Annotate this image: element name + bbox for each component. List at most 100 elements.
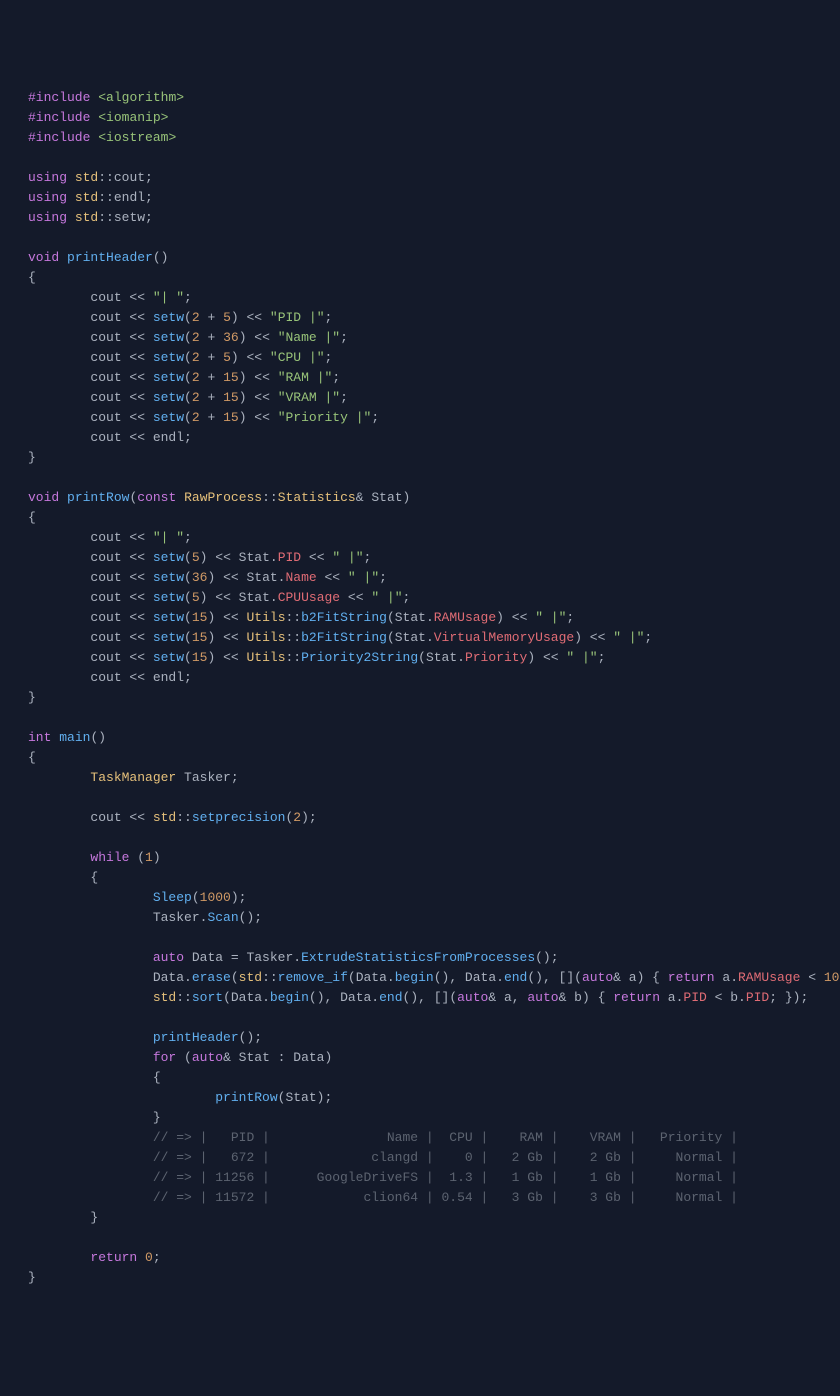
code-token: + (200, 410, 223, 425)
code-token: ( (184, 390, 192, 405)
code-token: sort (192, 990, 223, 1005)
code-token: setw; (114, 210, 153, 225)
code-token: printHeader (153, 1030, 239, 1045)
code-line: cout << setw(2 + 5) << "PID |"; (28, 308, 840, 328)
code-token (67, 170, 75, 185)
code-token: // => | 11256 | GoogleDriveFS | 1.3 | 1 … (153, 1170, 738, 1185)
code-token: & a, (488, 990, 527, 1005)
code-token: 15 (192, 650, 208, 665)
code-line: cout << setw(15) << Utils::b2FitString(S… (28, 608, 840, 628)
code-token: } (28, 690, 36, 705)
code-token: (Data. (223, 990, 270, 1005)
code-token: ) << (231, 310, 270, 325)
code-token: auto (457, 990, 488, 1005)
code-line: cout << "| "; (28, 288, 840, 308)
code-token (28, 1250, 90, 1265)
code-token: <algorithm> (98, 90, 184, 105)
code-token: ( (184, 630, 192, 645)
code-line: cout << endl; (28, 428, 840, 448)
code-token: ( (184, 570, 192, 585)
code-token: void (28, 490, 59, 505)
code-line: for (auto& Stat : Data) (28, 1048, 840, 1068)
code-line: using std::cout; (28, 168, 840, 188)
code-token: printHeader (67, 250, 153, 265)
code-token: std (153, 990, 176, 1005)
code-token: " |" (613, 630, 644, 645)
code-token: ( (129, 850, 145, 865)
code-line: { (28, 508, 840, 528)
code-token: setw (153, 410, 184, 425)
code-line: int main() (28, 728, 840, 748)
code-token: 1024 (824, 970, 840, 985)
code-token: & a) { (613, 970, 668, 985)
code-line (28, 148, 840, 168)
code-token: Tasker. (28, 910, 207, 925)
code-token: using (28, 210, 67, 225)
code-token: :: (98, 210, 114, 225)
code-token: ) << (496, 610, 535, 625)
code-token: (Stat. (387, 610, 434, 625)
code-token (59, 490, 67, 505)
code-token: "RAM |" (278, 370, 333, 385)
code-token: () (90, 730, 106, 745)
code-token: :: (262, 490, 278, 505)
code-token: " |" (371, 590, 402, 605)
code-token: cout << (28, 330, 153, 345)
code-line: std::sort(Data.begin(), Data.end(), [](a… (28, 988, 840, 1008)
code-token: while (90, 850, 129, 865)
code-line: void printHeader() (28, 248, 840, 268)
code-token: 5 (223, 350, 231, 365)
code-token: setw (153, 550, 184, 565)
code-token: 15 (192, 630, 208, 645)
code-token: Name (285, 570, 316, 585)
code-token: auto (527, 990, 558, 1005)
code-token: ) << (239, 410, 278, 425)
code-token: } (28, 450, 36, 465)
code-token: cout; (114, 170, 153, 185)
code-line: #include <algorithm> (28, 88, 840, 108)
code-token: RAMUsage (738, 970, 800, 985)
code-line: return 0; (28, 1248, 840, 1268)
code-token: cout << endl; (28, 430, 192, 445)
code-line: Data.erase(std::remove_if(Data.begin(), … (28, 968, 840, 988)
code-token: ; (379, 570, 387, 585)
code-token: auto (192, 1050, 223, 1065)
code-line: cout << setw(2 + 5) << "CPU |"; (28, 348, 840, 368)
code-token (28, 1030, 153, 1045)
code-line: cout << setw(15) << Utils::Priority2Stri… (28, 648, 840, 668)
code-token: Data = Tasker. (184, 950, 301, 965)
code-line: } (28, 1268, 840, 1288)
code-token: ; (340, 330, 348, 345)
code-token: ( (192, 890, 200, 905)
code-token: 2 (192, 410, 200, 425)
code-token: ( (184, 350, 192, 365)
code-token: main (59, 730, 90, 745)
code-token: } (28, 1270, 36, 1285)
code-line: printHeader(); (28, 1028, 840, 1048)
code-token: PID (746, 990, 769, 1005)
code-line: cout << setw(2 + 36) << "Name |"; (28, 328, 840, 348)
code-token: :: (176, 990, 192, 1005)
code-token: return (613, 990, 660, 1005)
code-line: cout << endl; (28, 668, 840, 688)
code-token: (Stat); (278, 1090, 333, 1105)
code-token: ( (184, 650, 192, 665)
code-token: + (200, 350, 223, 365)
code-token: a. (715, 970, 738, 985)
code-token: ) << (239, 390, 278, 405)
code-token: const (137, 490, 176, 505)
code-token: 15 (223, 370, 239, 385)
code-token: using (28, 170, 67, 185)
code-token: cout << (28, 630, 153, 645)
code-token: auto (153, 950, 184, 965)
code-token: std (239, 970, 262, 985)
code-token: (Stat. (418, 650, 465, 665)
code-token: { (28, 270, 36, 285)
code-token (28, 990, 153, 1005)
code-token: // => | PID | Name | CPU | RAM | VRAM | … (153, 1130, 738, 1145)
code-token: <iomanip> (98, 110, 168, 125)
code-line: cout << "| "; (28, 528, 840, 548)
code-line: // => | 11256 | GoogleDriveFS | 1.3 | 1 … (28, 1168, 840, 1188)
code-token: setprecision (192, 810, 286, 825)
code-token: a. (660, 990, 683, 1005)
